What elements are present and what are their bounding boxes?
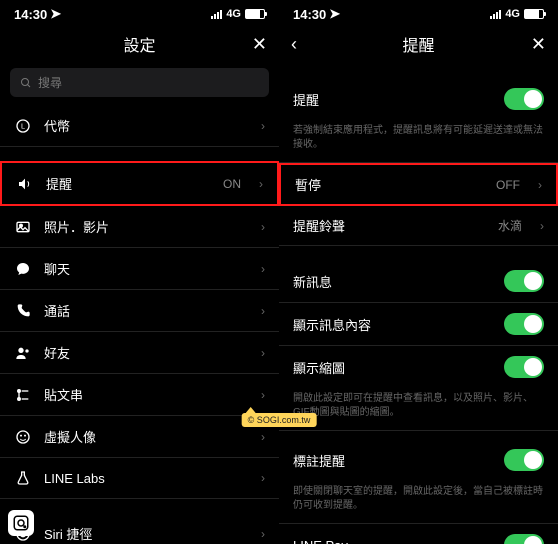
row-showsticker[interactable]: 顯示縮圖 [279,346,558,388]
row-label: Siri 捷徑 [44,524,243,543]
row-label: 照片．影片 [44,217,243,236]
chevron-right-icon: › [538,178,542,192]
toggle-switch[interactable] [504,270,544,292]
row-notify-toggle[interactable]: 提醒 [279,78,558,120]
battery-icon [245,9,265,19]
coin-icon: L [14,117,32,135]
timeline-icon [14,386,32,404]
status-bar: 14:30➤ 4G [279,0,558,24]
chevron-right-icon: › [259,177,263,191]
row-desc: 開啟此設定即可在提醒中查看訊息，以及照片、影片、GIF動圖與貼圖的縮圖。 [279,388,558,431]
row-label: 好友 [44,343,243,362]
row-newmsg[interactable]: 新訊息 [279,260,558,303]
row-label: 顯示縮圖 [293,358,492,377]
row-label: 提醒 [46,174,211,193]
chat-icon [14,260,32,278]
row-label: 標註提醒 [293,451,492,470]
close-icon[interactable]: ✕ [531,34,546,55]
chevron-right-icon: › [540,219,544,233]
chevron-right-icon: › [261,220,265,234]
row-label: 貼文串 [44,385,243,404]
chevron-right-icon: › [261,119,265,133]
row-pause[interactable]: 暫停 OFF › [279,163,558,206]
row-label: 代幣 [44,116,243,135]
clock: 14:30 [14,7,47,22]
row-notify[interactable]: 提醒 ON › [0,161,279,206]
row-avatar[interactable]: 虛擬人像 › [0,416,279,458]
search-placeholder: 搜尋 [38,74,62,91]
friend-icon [14,344,32,362]
row-chat[interactable]: 聊天 › [0,248,279,290]
row-label: LINE Labs [44,471,243,486]
row-value: OFF [496,178,520,192]
nav-bar: ‹ 提醒 ✕ [279,24,558,64]
row-desc: 即使關閉聊天室的提醒，開啟此設定後，當自己被標註時仍可收到提醒。 [279,481,558,524]
flask-icon [14,469,32,487]
avatar-icon [14,428,32,446]
back-icon[interactable]: ‹ [291,34,297,55]
chevron-right-icon: › [261,471,265,485]
row-label: 通話 [44,301,243,320]
row-photo[interactable]: 照片．影片 › [0,206,279,248]
chevron-right-icon: › [261,346,265,360]
row-label: 暫停 [295,175,484,194]
phone-icon [14,302,32,320]
signal-icon [211,10,222,19]
net-label: 4G [505,8,520,20]
watermark: © SOGI.com.tw [242,413,317,427]
row-call[interactable]: 通話 › [0,290,279,332]
page-title: 提醒 [402,32,434,56]
row-label: LINE Pay [293,538,492,544]
close-icon[interactable]: ✕ [252,34,267,55]
chevron-right-icon: › [261,527,265,541]
battery-icon [524,9,544,19]
row-label: 虛擬人像 [44,427,243,446]
chevron-right-icon: › [261,304,265,318]
location-icon: ➤ [50,6,61,22]
row-ringtone[interactable]: 提醒鈴聲 水滴 › [279,206,558,246]
google-lens-button[interactable] [8,510,34,536]
image-icon [14,218,32,236]
location-icon: ➤ [329,6,340,22]
row-siri[interactable]: Siri 捷徑 › [0,513,279,544]
row-value: 水滴 [498,217,522,234]
row-desc: 若強制結束應用程式，提醒訊息將有可能延遲送達或無法接收。 [279,120,558,163]
row-showmsg[interactable]: 顯示訊息內容 [279,303,558,346]
row-label: 提醒鈴聲 [293,216,486,235]
row-label: 顯示訊息內容 [293,315,492,334]
row-mention[interactable]: 標註提醒 [279,439,558,481]
net-label: 4G [226,8,241,20]
row-proxy[interactable]: L 代幣 › [0,105,279,147]
row-timeline[interactable]: 貼文串 › [0,374,279,416]
nav-bar: 設定 ✕ [0,24,279,64]
toggle-switch[interactable] [504,534,544,544]
toggle-switch[interactable] [504,313,544,335]
chevron-right-icon: › [261,262,265,276]
row-linepay[interactable]: LINE Pay [279,524,558,544]
search-icon [20,77,32,89]
speaker-icon [16,175,34,193]
page-title: 設定 [123,32,155,56]
row-label: 新訊息 [293,272,492,291]
toggle-switch[interactable] [504,449,544,471]
search-input[interactable]: 搜尋 [10,68,269,97]
status-bar: 14:30➤ 4G [0,0,279,24]
chevron-right-icon: › [261,388,265,402]
svg-text:L: L [21,121,25,130]
toggle-switch[interactable] [504,88,544,110]
clock: 14:30 [293,7,326,22]
row-label: 聊天 [44,259,243,278]
toggle-switch[interactable] [504,356,544,378]
row-friend[interactable]: 好友 › [0,332,279,374]
row-label: 提醒 [293,90,492,109]
row-value: ON [223,177,241,191]
row-labs[interactable]: LINE Labs › [0,458,279,499]
chevron-right-icon: › [261,430,265,444]
signal-icon [490,10,501,19]
